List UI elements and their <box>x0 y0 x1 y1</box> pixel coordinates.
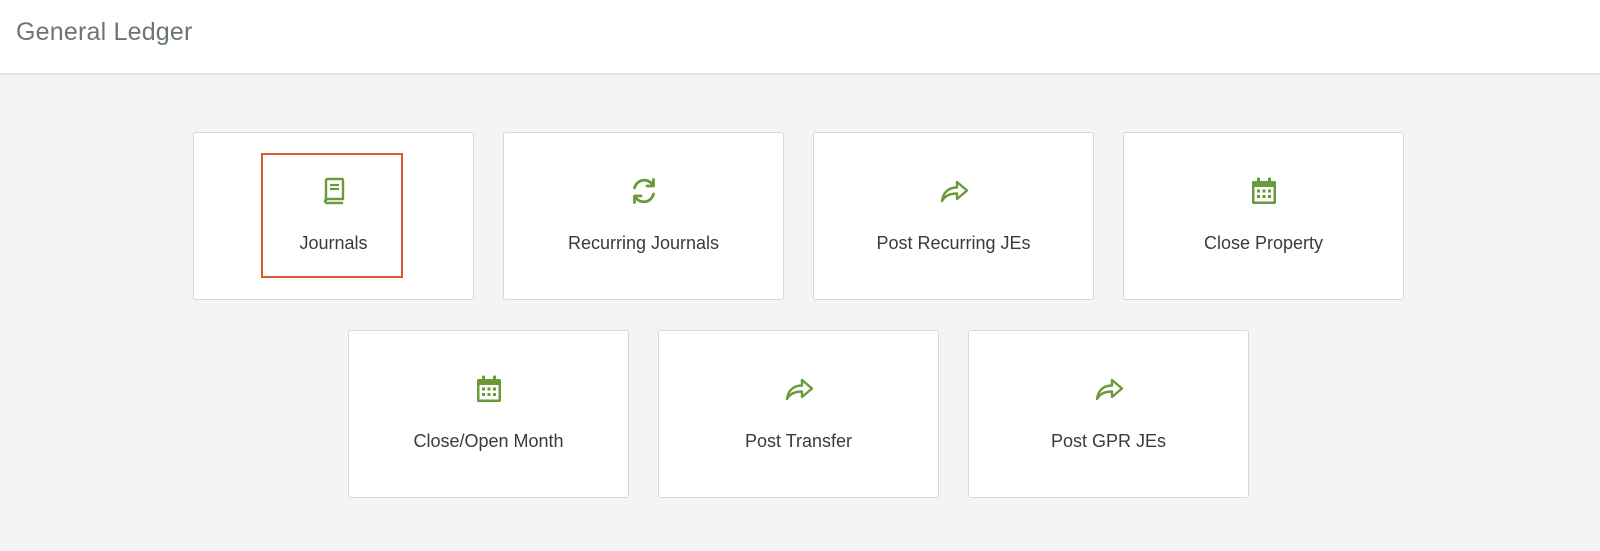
refresh-icon <box>628 175 660 207</box>
share-arrow-icon <box>1093 373 1125 405</box>
share-arrow-icon <box>938 175 970 207</box>
tile-label: Journals <box>299 233 368 253</box>
tile-label: Post GPR JEs <box>1050 431 1167 451</box>
tile-post-recurring-jes[interactable]: Post Recurring JEs <box>813 132 1094 300</box>
page-title: General Ledger <box>16 18 193 46</box>
focus-highlight <box>261 153 403 278</box>
calendar-icon <box>473 373 505 405</box>
tile-label: Close Property <box>1203 233 1324 253</box>
tile-label: Close/Open Month <box>413 431 564 451</box>
tile-close-open-month[interactable]: Close/Open Month <box>348 330 629 498</box>
tile-post-gpr-jes[interactable]: Post GPR JEs <box>968 330 1249 498</box>
tile-label: Recurring Journals <box>567 233 720 253</box>
tile-close-property[interactable]: Close Property <box>1123 132 1404 300</box>
book-icon <box>318 175 350 207</box>
tile-recurring-journals[interactable]: Recurring Journals <box>503 132 784 300</box>
calendar-icon <box>1248 175 1280 207</box>
tile-label: Post Transfer <box>744 431 853 451</box>
tile-journals[interactable]: Journals <box>193 132 474 300</box>
tile-label: Post Recurring JEs <box>876 233 1031 253</box>
tile-post-transfer[interactable]: Post Transfer <box>658 330 939 498</box>
share-arrow-icon <box>783 373 815 405</box>
page-header: General Ledger <box>0 0 1600 74</box>
